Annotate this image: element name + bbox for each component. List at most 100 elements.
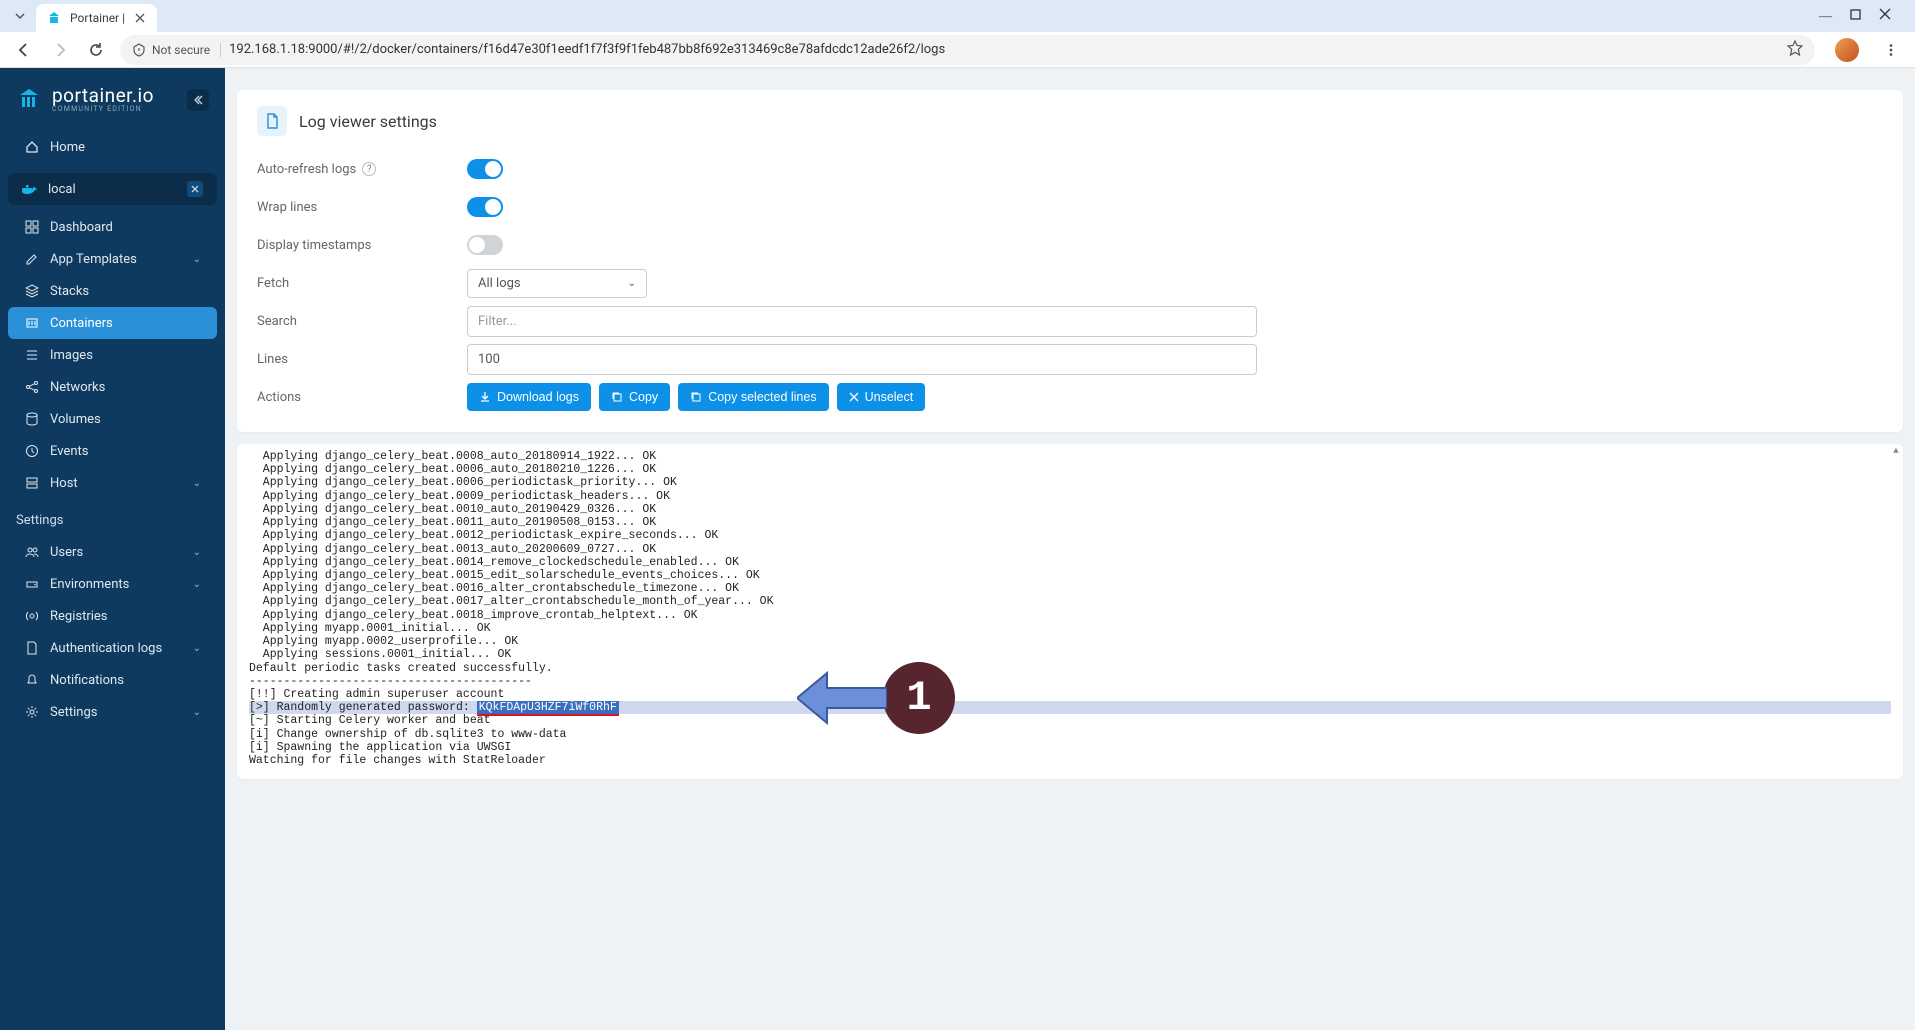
main-content: Log viewer settings Auto-refresh logs? W…	[225, 68, 1915, 1030]
copy-icon	[690, 391, 702, 403]
chevron-down-icon[interactable]	[10, 6, 30, 26]
log-line[interactable]: Applying django_celery_beat.0014_remove_…	[249, 556, 1891, 569]
chevron-down-icon: ⌄	[193, 478, 201, 489]
nav-label: Networks	[50, 380, 105, 395]
log-line[interactable]: Applying django_celery_beat.0012_periodi…	[249, 529, 1891, 542]
browser-tab[interactable]: Portainer |	[36, 4, 157, 32]
collapse-sidebar-icon[interactable]	[187, 89, 209, 111]
server-icon	[24, 475, 40, 491]
log-line[interactable]: Applying sessions.0001_initial... OK	[249, 648, 1891, 661]
logo-name: portainer.io	[52, 86, 154, 105]
timestamps-toggle[interactable]	[467, 235, 503, 255]
window-controls: —	[1819, 8, 1911, 24]
panel-header: Log viewer settings	[257, 106, 1883, 136]
log-line[interactable]: [~] Starting Celery worker and beat	[249, 714, 1891, 727]
log-line[interactable]: Applying django_celery_beat.0008_auto_20…	[249, 450, 1891, 463]
forward-icon[interactable]	[48, 38, 72, 62]
minimize-icon[interactable]: —	[1819, 8, 1832, 24]
close-window-icon[interactable]	[1879, 8, 1891, 24]
nav-users[interactable]: Users ⌄	[8, 536, 217, 568]
log-line[interactable]: Applying django_celery_beat.0018_improve…	[249, 609, 1891, 622]
reload-icon[interactable]	[84, 38, 108, 62]
nav-home[interactable]: Home	[8, 131, 217, 163]
list-icon	[24, 347, 40, 363]
close-icon[interactable]	[133, 11, 147, 25]
copy-selected-button[interactable]: Copy selected lines	[678, 383, 828, 411]
panel-title: Log viewer settings	[299, 112, 437, 131]
nav-stacks[interactable]: Stacks	[8, 275, 217, 307]
download-logs-button[interactable]: Download logs	[467, 383, 591, 411]
nav-auth-logs[interactable]: Authentication logs ⌄	[8, 632, 217, 664]
nav-label: Containers	[50, 316, 113, 331]
help-icon[interactable]: ?	[362, 162, 376, 176]
log-line[interactable]: [i] Change ownership of db.sqlite3 to ww…	[249, 728, 1891, 741]
log-line[interactable]: Applying django_celery_beat.0015_edit_so…	[249, 569, 1891, 582]
log-line[interactable]: Applying myapp.0001_initial... OK	[249, 622, 1891, 635]
log-line[interactable]: Applying django_celery_beat.0009_periodi…	[249, 490, 1891, 503]
docker-icon	[22, 181, 38, 197]
button-label: Unselect	[865, 390, 914, 404]
log-output-panel[interactable]: ▲ Applying django_celery_beat.0008_auto_…	[237, 444, 1903, 779]
url-bar[interactable]: Not secure 192.168.1.18:9000/#!/2/docker…	[120, 35, 1815, 65]
nav-environments[interactable]: Environments ⌄	[8, 568, 217, 600]
hard-drive-icon	[24, 576, 40, 592]
auto-refresh-toggle[interactable]	[467, 159, 503, 179]
nav-host[interactable]: Host ⌄	[8, 467, 217, 499]
nav-label: Events	[50, 444, 88, 459]
nav-events[interactable]: Events	[8, 435, 217, 467]
wrap-lines-toggle[interactable]	[467, 197, 503, 217]
logo: portainer.io COMMUNITY EDITION	[0, 86, 225, 131]
log-line[interactable]: Watching for file changes with StatReloa…	[249, 754, 1891, 767]
nav-notifications[interactable]: Notifications	[8, 664, 217, 696]
log-line[interactable]: Default periodic tasks created successfu…	[249, 662, 1891, 675]
generated-password: KQkFDApU3HZF7iWf0RhF	[477, 701, 619, 716]
nav-dashboard[interactable]: Dashboard	[8, 211, 217, 243]
nav-label: Host	[50, 476, 78, 491]
nav-containers[interactable]: Containers	[8, 307, 217, 339]
maximize-icon[interactable]	[1850, 8, 1861, 24]
log-line-highlighted[interactable]: [>] Randomly generated password: KQkFDAp…	[249, 701, 1891, 714]
search-input[interactable]: Filter...	[467, 306, 1257, 337]
copy-button[interactable]: Copy	[599, 383, 670, 411]
bookmark-star-icon[interactable]	[1787, 40, 1803, 60]
log-line[interactable]: Applying django_celery_beat.0006_periodi…	[249, 476, 1891, 489]
browser-nav-bar: Not secure 192.168.1.18:9000/#!/2/docker…	[0, 32, 1915, 68]
containers-icon	[24, 315, 40, 331]
env-selector[interactable]: local	[8, 173, 217, 205]
nav-label: Authentication logs	[50, 641, 162, 656]
gear-icon	[24, 704, 40, 720]
nav-settings[interactable]: Settings ⌄	[8, 696, 217, 728]
security-badge[interactable]: Not secure	[132, 43, 221, 57]
scroll-up-icon[interactable]: ▲	[1891, 444, 1901, 458]
download-icon	[479, 391, 491, 403]
nav-app-templates[interactable]: App Templates ⌄	[8, 243, 217, 275]
log-line[interactable]: [i] Spawning the application via UWSGI	[249, 741, 1891, 754]
log-line[interactable]: Applying django_celery_beat.0011_auto_20…	[249, 516, 1891, 529]
annotation-arrow: 1	[797, 662, 955, 734]
log-line[interactable]: Applying django_celery_beat.0017_alter_c…	[249, 595, 1891, 608]
log-line[interactable]: Applying myapp.0002_userprofile... OK	[249, 635, 1891, 648]
database-icon	[24, 411, 40, 427]
button-label: Download logs	[497, 390, 579, 404]
lines-input[interactable]: 100	[467, 344, 1257, 375]
back-icon[interactable]	[12, 38, 36, 62]
nav-registries[interactable]: Registries	[8, 600, 217, 632]
menu-dots-icon[interactable]	[1879, 38, 1903, 62]
log-line[interactable]: ----------------------------------------…	[249, 675, 1891, 688]
unselect-button[interactable]: Unselect	[837, 383, 926, 411]
chevron-down-icon: ⌄	[193, 579, 201, 590]
log-line[interactable]: Applying django_celery_beat.0016_alter_c…	[249, 582, 1891, 595]
nav-images[interactable]: Images	[8, 339, 217, 371]
profile-avatar[interactable]	[1835, 38, 1859, 62]
log-line[interactable]: Applying django_celery_beat.0010_auto_20…	[249, 503, 1891, 516]
security-label: Not secure	[152, 43, 210, 57]
fetch-select[interactable]: All logs ⌄	[467, 269, 647, 298]
env-close-icon[interactable]	[187, 181, 203, 197]
log-line[interactable]: Applying django_celery_beat.0013_auto_20…	[249, 543, 1891, 556]
fetch-label: Fetch	[257, 276, 289, 291]
log-line[interactable]: Applying django_celery_beat.0006_auto_20…	[249, 463, 1891, 476]
nav-networks[interactable]: Networks	[8, 371, 217, 403]
log-line[interactable]: [!!] Creating admin superuser account	[249, 688, 1891, 701]
nav-volumes[interactable]: Volumes	[8, 403, 217, 435]
lines-label: Lines	[257, 352, 288, 367]
